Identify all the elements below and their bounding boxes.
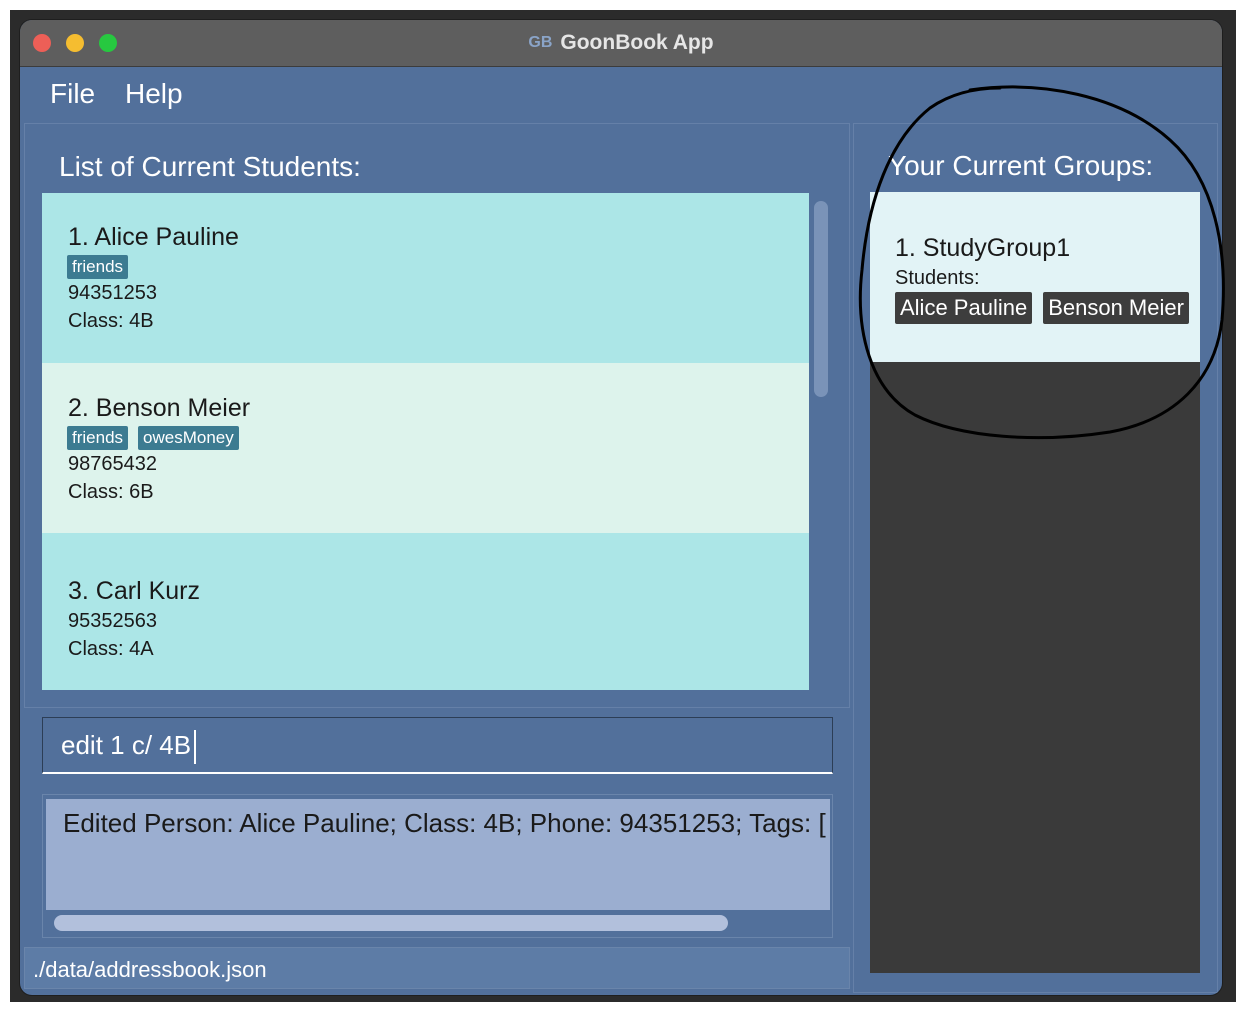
student-card[interactable]: 1. Alice Pauline friends 94351253 Class:… — [42, 193, 809, 363]
student-phone: 94351253 — [68, 282, 157, 304]
student-name: 2. Benson Meier — [68, 394, 251, 422]
command-input[interactable]: edit 1 c/ 4B — [42, 717, 833, 774]
group-students-label: Students: — [895, 267, 980, 289]
student-name: 3. Carl Kurz — [68, 577, 200, 605]
command-value: edit 1 c/ 4B — [61, 730, 192, 760]
student-card[interactable]: 2. Benson Meier friends owesMoney 987654… — [42, 363, 809, 533]
title-container: GB GoonBook App — [20, 20, 1222, 66]
status-bar: ./data/addressbook.json — [24, 947, 850, 989]
student-tags: friends owesMoney — [67, 426, 239, 450]
group-card[interactable]: 1. StudyGroup1 Students: Alice Pauline B… — [870, 192, 1200, 362]
result-horizontal-scrollbar[interactable] — [54, 915, 728, 931]
group-name: 1. StudyGroup1 — [895, 234, 1071, 262]
goonbook-logo-icon: GB — [528, 34, 553, 51]
student-name: 1. Alice Pauline — [68, 223, 239, 251]
title-bar: GB GoonBook App — [20, 20, 1222, 67]
text-caret — [194, 730, 197, 765]
group-member-chip: Benson Meier — [1043, 292, 1189, 324]
command-input-text: edit 1 c/ 4B — [61, 730, 197, 765]
result-display: Edited Person: Alice Pauline; Class: 4B;… — [46, 799, 830, 910]
student-class: Class: 6B — [68, 481, 154, 503]
menu-file[interactable]: File — [50, 78, 95, 110]
menu-help[interactable]: Help — [125, 78, 183, 110]
group-members: Alice Pauline Benson Meier — [895, 292, 1189, 324]
app-window: GB GoonBook App File Help List of Curren… — [20, 20, 1222, 995]
result-text: Edited Person: Alice Pauline; Class: 4B;… — [63, 808, 826, 838]
student-phone: 95352563 — [68, 610, 157, 632]
student-phone: 98765432 — [68, 453, 157, 475]
student-list[interactable]: 1. Alice Pauline friends 94351253 Class:… — [42, 193, 809, 690]
student-tags: friends — [67, 255, 129, 279]
group-member-chip: Alice Pauline — [895, 292, 1033, 324]
students-heading: List of Current Students: — [59, 151, 361, 182]
student-card[interactable]: 3. Carl Kurz 95352563 Class: 4A — [42, 533, 809, 690]
window-title: GoonBook App — [560, 31, 714, 54]
tag-friends: friends — [67, 255, 129, 279]
groups-heading: Your Current Groups: — [888, 150, 1154, 181]
menu-bar: File Help — [20, 67, 1222, 121]
tag-owes-money: owesMoney — [138, 426, 239, 450]
student-class: Class: 4A — [68, 638, 154, 660]
student-class: Class: 4B — [68, 310, 154, 332]
tag-friends: friends — [67, 426, 129, 450]
student-list-scroll-thumb[interactable] — [814, 201, 828, 397]
data-file-path: ./data/addressbook.json — [33, 957, 267, 982]
